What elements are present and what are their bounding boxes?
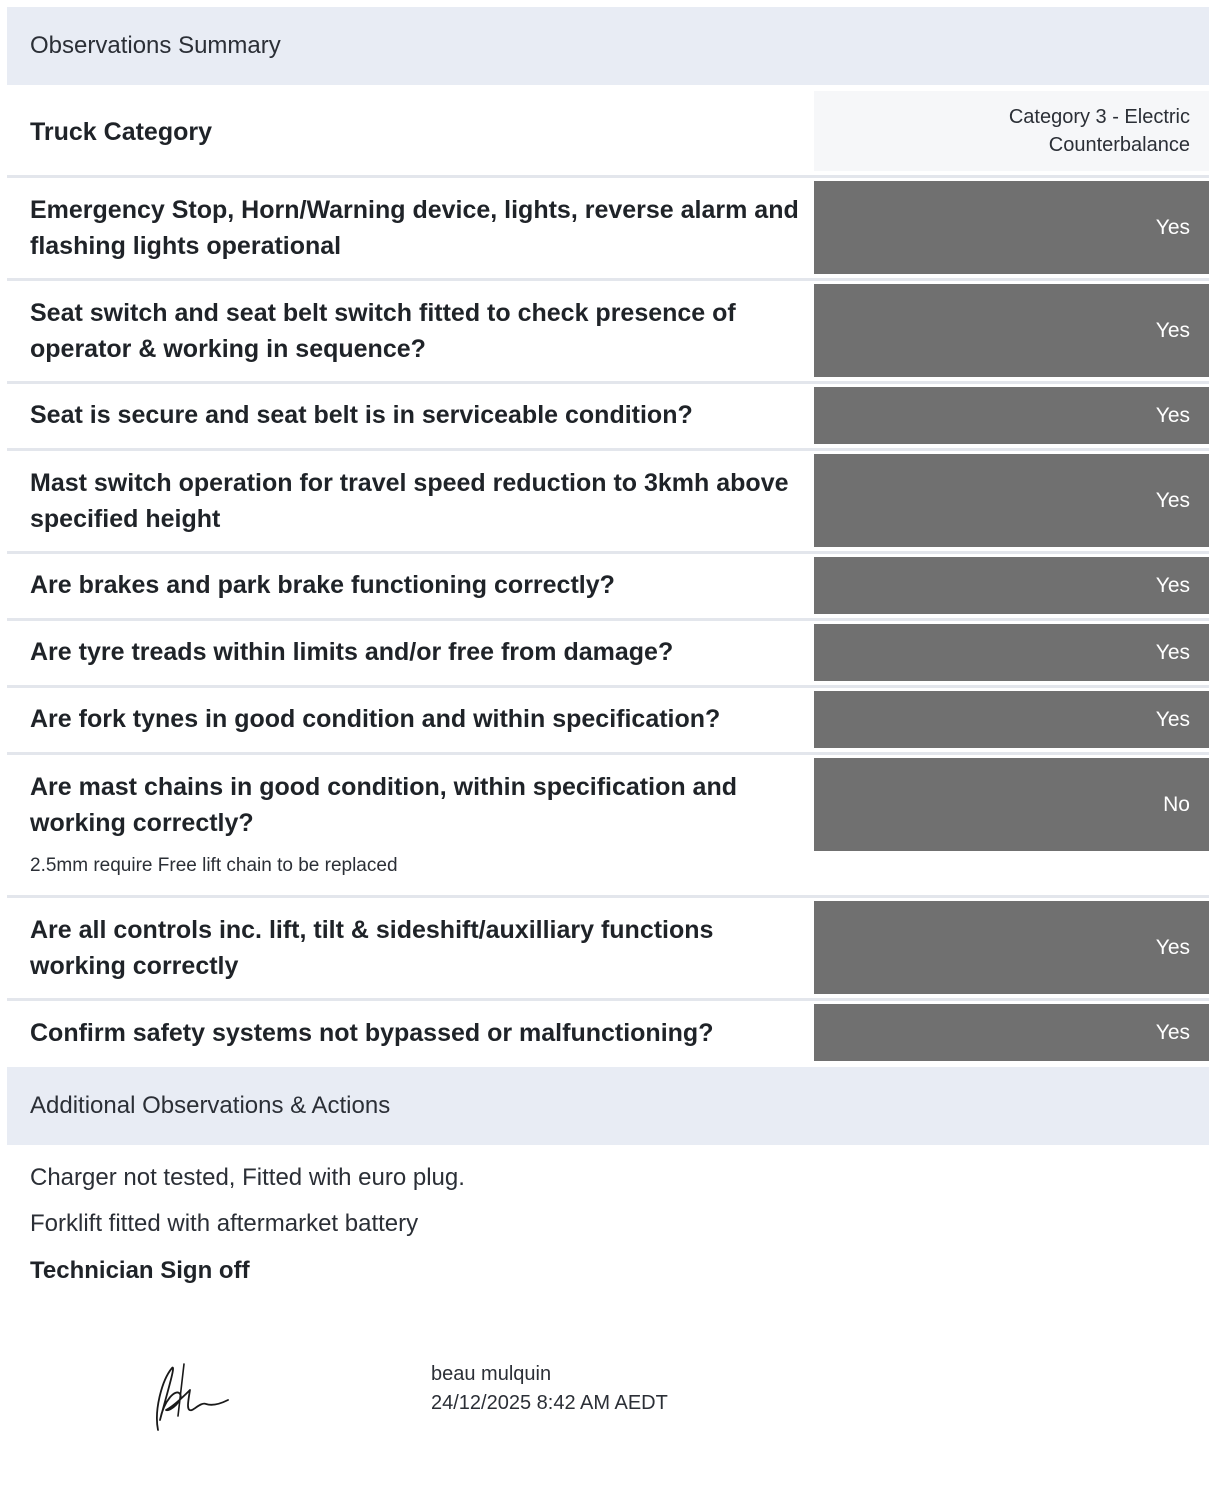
observation-question: Emergency Stop, Horn/Warning device, lig…: [30, 196, 799, 260]
observation-row: Emergency Stop, Horn/Warning device, lig…: [7, 178, 1209, 281]
observation-question: Are mast chains in good condition, withi…: [30, 773, 738, 837]
observation-question: Are all controls inc. lift, tilt & sides…: [30, 916, 714, 980]
truck-category-value: Category 3 - Electric Counterbalance: [814, 91, 1209, 171]
observation-row: Are brakes and park brake functioning co…: [7, 554, 1209, 621]
observation-row: Mast switch operation for travel speed r…: [7, 451, 1209, 554]
observation-question: Confirm safety systems not bypassed or m…: [30, 1019, 714, 1047]
signature-icon: [156, 1363, 229, 1431]
observation-question: Mast switch operation for travel speed r…: [30, 469, 789, 533]
observation-question: Are fork tynes in good condition and wit…: [30, 705, 721, 733]
observation-question: Seat switch and seat belt switch fitted …: [30, 299, 736, 363]
section-title: Observations Summary: [30, 32, 281, 59]
observation-answer: Yes: [814, 901, 1209, 994]
section-title: Additional Observations & Actions: [30, 1092, 391, 1119]
signed-timestamp: 24/12/2025 8:42 AM AEDT: [431, 1392, 668, 1414]
observation-row: Confirm safety systems not bypassed or m…: [7, 1001, 1209, 1067]
observation-row: Are fork tynes in good condition and wit…: [7, 688, 1209, 755]
observation-row: Are mast chains in good condition, withi…: [7, 755, 1209, 898]
observation-question: Are tyre treads within limits and/or fre…: [30, 638, 674, 666]
truck-category-value-line1: Category 3 - Electric: [1008, 106, 1190, 128]
additional-line: Forklift fitted with aftermarket battery: [30, 1210, 419, 1237]
observation-answer: Yes: [814, 181, 1209, 274]
observation-row: Are tyre treads within limits and/or fre…: [7, 621, 1209, 688]
signature-details: beau mulquin 24/12/2025 8:42 AM AEDT: [431, 1360, 668, 1418]
additional-observations-header: Additional Observations & Actions: [7, 1067, 1209, 1145]
observation-answer: Yes: [814, 624, 1209, 681]
observation-note: 2.5mm require Free lift chain to be repl…: [30, 855, 398, 876]
truck-category-label: Truck Category: [30, 118, 213, 146]
inspection-report-page: Observations Summary Truck Category Cate…: [0, 0, 1209, 1485]
observation-answer: Yes: [814, 691, 1209, 748]
observation-row: Seat is secure and seat belt is in servi…: [7, 384, 1209, 451]
observation-row: Are all controls inc. lift, tilt & sides…: [7, 898, 1209, 1001]
observation-answer: Yes: [814, 454, 1209, 547]
truck-category-value-line2: Counterbalance: [1048, 134, 1190, 156]
observation-answer: Yes: [814, 1004, 1209, 1061]
observation-answer: Yes: [814, 387, 1209, 444]
observation-row: Seat switch and seat belt switch fitted …: [7, 281, 1209, 384]
observation-answer: Yes: [814, 557, 1209, 614]
observation-question: Seat is secure and seat belt is in servi…: [30, 401, 693, 429]
observations-summary-header: Observations Summary: [7, 7, 1209, 85]
additional-line: Charger not tested, Fitted with euro plu…: [30, 1164, 465, 1191]
observation-answer: No: [814, 758, 1209, 851]
technician-name: beau mulquin: [431, 1363, 552, 1385]
truck-category-row: Truck Category Category 3 - Electric Cou…: [7, 91, 1209, 178]
signoff-label: Technician Sign off: [30, 1257, 250, 1284]
observation-answer: Yes: [814, 284, 1209, 377]
observation-question: Are brakes and park brake functioning co…: [30, 571, 615, 599]
